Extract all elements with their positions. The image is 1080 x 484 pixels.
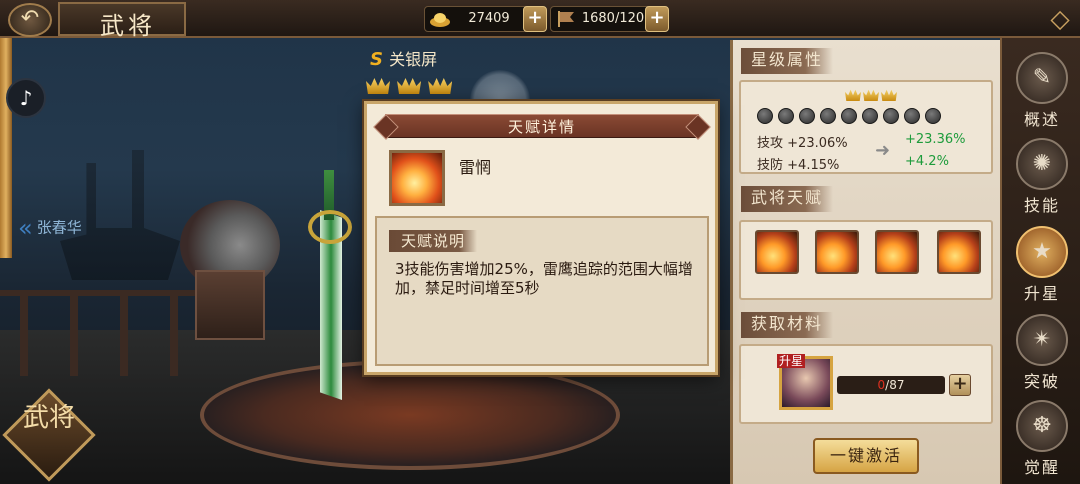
- add-coins-button[interactable]: +: [523, 6, 547, 32]
- crown-icon: [881, 89, 897, 101]
- talent-name: 雷惘: [459, 158, 492, 177]
- star-dot-icon: [841, 108, 857, 124]
- hero-sword: [308, 170, 352, 400]
- attr-label: 技攻: [757, 136, 784, 151]
- attr-new-value: +23.36%: [905, 132, 966, 147]
- gold-ingot-icon: [429, 10, 451, 28]
- menu-label: 觉醒: [1023, 458, 1060, 477]
- crown-icon: [428, 78, 453, 94]
- menu-label: 突破: [1023, 372, 1060, 391]
- stamina-value: 1680/120: [581, 11, 645, 26]
- star-attr-title: 星级属性: [741, 48, 834, 74]
- banner-icon: [555, 10, 577, 28]
- talent-slot-4[interactable]: [937, 230, 981, 274]
- modal-header: 天赋详情: [385, 114, 699, 138]
- war-drum: [180, 200, 280, 340]
- hero-crowns: [366, 74, 454, 98]
- star-crowns: [845, 86, 899, 105]
- page-title: 武将: [100, 12, 156, 40]
- hero-name: 关银屏: [389, 50, 438, 69]
- railing: [0, 290, 200, 376]
- prev-hero-button[interactable]: «张春华: [18, 214, 82, 242]
- book-icon: ✎: [1016, 52, 1068, 104]
- corner-menu-icon[interactable]: ⬦: [1044, 4, 1076, 36]
- attr-new-value: +4.2%: [905, 154, 949, 169]
- upgrade-star-panel: 星级属性 技攻 +23.06% +23.36% 技防 +4.15% +4.2% …: [730, 40, 1000, 484]
- star-dot-icon: [757, 108, 773, 124]
- star-dot-icon: [925, 108, 941, 124]
- hero-badge-label: 武将: [22, 403, 75, 433]
- material-count: 0/87: [877, 378, 905, 392]
- coin-resource: 27409 +: [424, 6, 547, 32]
- decorative-rope: [0, 38, 12, 258]
- attr-row-skill-def: 技防 +4.15%: [757, 154, 839, 173]
- attr-value: +23.06%: [787, 136, 848, 151]
- tiktok-icon[interactable]: ♪: [6, 78, 46, 118]
- star-dot-icon: [862, 108, 878, 124]
- star-dot-icon: [799, 108, 815, 124]
- side-menu: ✎ 概述 ✺ 技能 ★ 升星 ✴ 突破 ☸ 觉醒: [1000, 38, 1080, 484]
- desc-text: 3技能伤害增加25%，雷鹰追踪的范围大幅增加，禁足时间增至5秒: [395, 260, 693, 297]
- modal-title: 天赋详情: [507, 118, 576, 136]
- menu-label: 技能: [1023, 196, 1060, 215]
- attr-row-skill-atk: 技攻 +23.06%: [757, 132, 848, 151]
- desc-label: 天赋说明: [389, 230, 478, 252]
- add-stamina-button[interactable]: +: [645, 6, 669, 32]
- talent-slot-1[interactable]: [755, 230, 799, 274]
- hero-platform: [200, 360, 620, 470]
- star-dot-icon: [883, 108, 899, 124]
- stamina-resource: 1680/120 +: [550, 6, 669, 32]
- menu-breakthrough[interactable]: ✴ 突破: [1012, 314, 1072, 394]
- awaken-icon: ☸: [1016, 400, 1068, 452]
- add-material-button[interactable]: +: [949, 374, 971, 396]
- prev-hero-name: 张春华: [36, 218, 82, 237]
- breakthrough-icon: ✴: [1016, 314, 1068, 366]
- talent-slot-2[interactable]: [815, 230, 859, 274]
- back-arrow-icon[interactable]: ↶: [8, 3, 52, 37]
- talent-box: [739, 220, 993, 300]
- talent-slot-3[interactable]: [875, 230, 919, 274]
- top-bar: ↶ 武将 27409 + 1680/120 + ⬦: [0, 0, 1080, 40]
- attr-label: 技防: [757, 158, 784, 173]
- crown-icon: [845, 89, 861, 101]
- crown-icon: [366, 78, 390, 94]
- talent-title: 武将天赋: [741, 186, 834, 212]
- material-title: 获取材料: [741, 312, 834, 338]
- material-box: 升星 0/87 +: [739, 344, 993, 424]
- grade-badge: S: [370, 49, 383, 70]
- attr-value: +4.15%: [787, 158, 840, 173]
- title-plate: 武将: [58, 2, 186, 40]
- activate-all-button[interactable]: 一键激活: [813, 438, 919, 474]
- star-dot-icon: [904, 108, 920, 124]
- crown-icon: [397, 78, 422, 94]
- skill-icon: ✺: [1016, 138, 1068, 190]
- menu-label: 升星: [1023, 284, 1060, 303]
- talent-desc-box: 天赋说明 3技能伤害增加25%，雷鹰追踪的范围大幅增加，禁足时间增至5秒: [375, 216, 709, 366]
- hero-name-row: S 关银屏: [370, 46, 437, 70]
- menu-awaken[interactable]: ☸ 觉醒: [1012, 400, 1072, 480]
- star-attr-box: 技攻 +23.06% +23.36% 技防 +4.15% +4.2% ➜: [739, 80, 993, 174]
- star-progress-dots: [757, 108, 946, 128]
- star-icon: ★: [1016, 226, 1068, 278]
- coin-value: 27409: [468, 11, 510, 26]
- talent-detail-modal: 天赋详情 雷惘 天赋说明 3技能伤害增加25%，雷鹰追踪的范围大幅增加，禁足时间…: [364, 101, 718, 375]
- star-dot-icon: [820, 108, 836, 124]
- crown-icon: [863, 89, 879, 101]
- double-chevron-left-icon: «: [18, 214, 33, 242]
- menu-overview[interactable]: ✎ 概述: [1012, 52, 1072, 132]
- star-dot-icon: [778, 108, 794, 124]
- arrow-right-icon: ➜: [875, 140, 891, 161]
- talent-flame-icon: [389, 150, 445, 206]
- menu-upgrade-star[interactable]: ★ 升星: [1012, 226, 1072, 306]
- menu-skill[interactable]: ✺ 技能: [1012, 138, 1072, 218]
- material-tag: 升星: [777, 354, 806, 368]
- menu-label: 概述: [1023, 110, 1060, 129]
